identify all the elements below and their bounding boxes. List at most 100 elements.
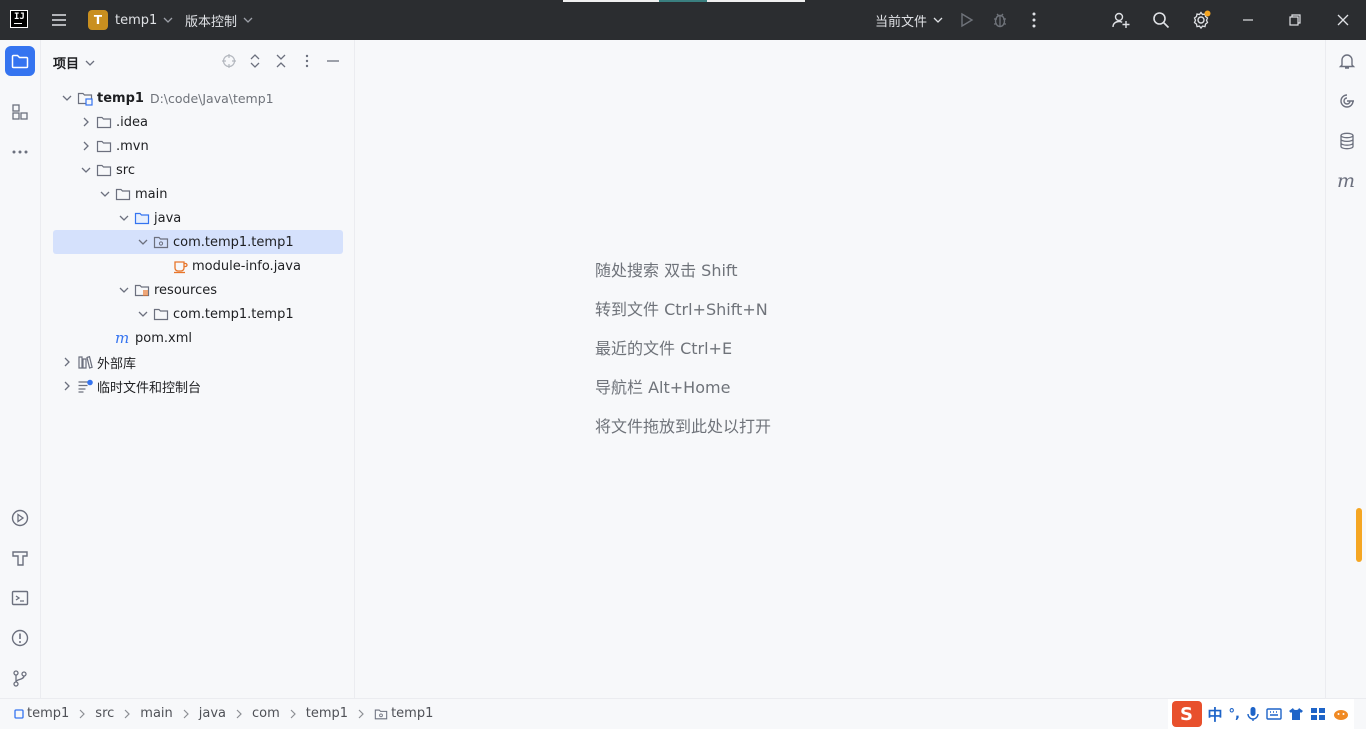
chevron-down-icon[interactable] (116, 282, 132, 298)
git-branch-icon[interactable] (8, 666, 32, 690)
sogou-logo-icon[interactable]: S (1171, 701, 1202, 727)
ime-mode[interactable]: 中 (1208, 704, 1223, 725)
folder-icon (96, 162, 112, 178)
svg-text:m: m (1337, 171, 1355, 191)
breadcrumb-label: temp1 (27, 706, 70, 721)
notifications-bell-icon[interactable] (1336, 50, 1358, 72)
breadcrumb-separator-icon (122, 709, 132, 719)
main-menu-icon[interactable] (49, 10, 69, 30)
toolbox-grid-icon[interactable] (1310, 707, 1326, 721)
svg-text:m: m (115, 330, 129, 346)
module-icon (14, 708, 24, 719)
chevron-down-icon[interactable] (59, 90, 75, 106)
tree-node[interactable]: 临时文件和控制台 (53, 374, 343, 398)
breadcrumb-item[interactable]: temp1 (306, 706, 348, 721)
breadcrumb-item[interactable]: temp1 (14, 706, 69, 721)
tree-node[interactable]: module-info.java (53, 254, 343, 278)
options-icon[interactable] (299, 53, 315, 69)
breadcrumb-item[interactable]: com (252, 706, 280, 721)
hide-panel-icon[interactable] (325, 53, 341, 69)
terminal-icon[interactable] (8, 586, 32, 610)
folder-icon (115, 186, 131, 202)
project-tool-folder-icon[interactable] (5, 46, 35, 76)
microphone-icon[interactable] (1246, 706, 1260, 722)
ime-mascot-icon[interactable] (1332, 707, 1350, 721)
library-icon (77, 354, 93, 370)
chevron-right-icon[interactable] (78, 114, 94, 130)
chevron-down-icon (163, 17, 173, 23)
more-actions-icon[interactable] (1024, 10, 1044, 30)
code-with-me-icon[interactable] (1111, 10, 1131, 30)
database-icon[interactable] (1336, 130, 1358, 152)
chevron-down-icon[interactable] (78, 162, 94, 178)
chevron-down-icon (933, 17, 943, 23)
run-icon[interactable] (956, 10, 976, 30)
editor-empty-area[interactable]: 随处搜索 双击 Shift 转到文件 Ctrl+Shift+N 最近的文件 Ct… (355, 40, 1325, 698)
maven-icon[interactable]: m (1336, 170, 1358, 192)
tree-node[interactable]: resources (53, 278, 343, 302)
debug-icon[interactable] (990, 10, 1010, 30)
tree-node-label: com.temp1.temp1 (173, 306, 294, 322)
project-widget[interactable]: T temp1 (88, 0, 175, 40)
minimize-icon[interactable] (1238, 10, 1258, 30)
chevron-down-icon[interactable] (135, 306, 151, 322)
close-icon[interactable] (1333, 10, 1353, 30)
module-folder-icon (77, 90, 93, 106)
tree-node[interactable]: .idea (53, 110, 343, 134)
breadcrumb-item[interactable]: main (140, 706, 172, 721)
hint-goto-file: 转到文件 Ctrl+Shift+N (595, 300, 768, 319)
tree-node[interactable]: main (53, 182, 343, 206)
settings-gear-icon[interactable] (1191, 10, 1211, 30)
chevron-down-icon[interactable] (135, 234, 151, 250)
tree-node[interactable]: .mvn (53, 134, 343, 158)
breadcrumb-item[interactable]: temp1 (374, 706, 433, 721)
intellij-logo-icon[interactable]: IJ (10, 10, 28, 28)
breadcrumb-item[interactable]: src (95, 706, 114, 721)
project-name: temp1 (115, 12, 158, 28)
chevron-right-icon[interactable] (59, 354, 75, 370)
services-run-icon[interactable] (8, 506, 32, 530)
more-tools-icon[interactable] (8, 140, 32, 164)
package-icon (374, 709, 388, 719)
project-view-selector[interactable]: 项目 (53, 53, 97, 72)
breadcrumb-label: java (198, 706, 227, 721)
restore-icon[interactable] (1285, 10, 1305, 30)
run-config-selector[interactable]: 当前文件 (875, 0, 945, 40)
chevron-right-icon[interactable] (59, 378, 75, 394)
ime-punct[interactable]: °, (1229, 707, 1240, 722)
ai-assistant-icon[interactable] (1336, 90, 1358, 112)
tree-node[interactable]: com.temp1.temp1 (53, 230, 343, 254)
folder-icon (153, 306, 169, 322)
title-bar: IJ T temp1 版本控制 当前文件 (0, 0, 1366, 40)
problems-icon[interactable] (8, 626, 32, 650)
vcs-widget[interactable]: 版本控制 (185, 0, 255, 40)
chevron-right-icon[interactable] (78, 138, 94, 154)
maven-icon: m (115, 330, 131, 346)
tree-node-label: .mvn (116, 138, 149, 154)
tree-node[interactable]: java (53, 206, 343, 230)
package-icon (153, 234, 169, 250)
chevron-down-icon[interactable] (116, 210, 132, 226)
tree-node[interactable]: src (53, 158, 343, 182)
collapse-all-icon[interactable] (273, 53, 289, 69)
hint-drop-files: 将文件拖放到此处以打开 (595, 417, 772, 436)
tree-node[interactable]: com.temp1.temp1 (53, 302, 343, 326)
right-tool-stripe: m (1325, 40, 1366, 698)
search-icon[interactable] (1151, 10, 1171, 30)
skin-shirt-icon[interactable] (1288, 707, 1304, 721)
breadcrumb: temp1 src main java com temp1 temp1 (14, 706, 433, 721)
java-file-icon (172, 258, 188, 274)
tree-node[interactable]: m pom.xml (53, 326, 343, 350)
structure-icon[interactable] (8, 100, 32, 124)
breadcrumb-item[interactable]: java (199, 706, 226, 721)
build-hammer-icon[interactable] (8, 546, 32, 570)
keyboard-icon[interactable] (1266, 707, 1282, 721)
breadcrumb-label: temp1 (391, 706, 434, 721)
tree-node-label: temp1 (97, 90, 144, 106)
locate-file-icon[interactable] (221, 53, 237, 69)
chevron-down-icon[interactable] (97, 186, 113, 202)
tree-node[interactable]: temp1 D:\code\Java\temp1 (53, 86, 343, 110)
tree-node[interactable]: 外部库 (53, 350, 343, 374)
expand-all-icon[interactable] (247, 53, 263, 69)
